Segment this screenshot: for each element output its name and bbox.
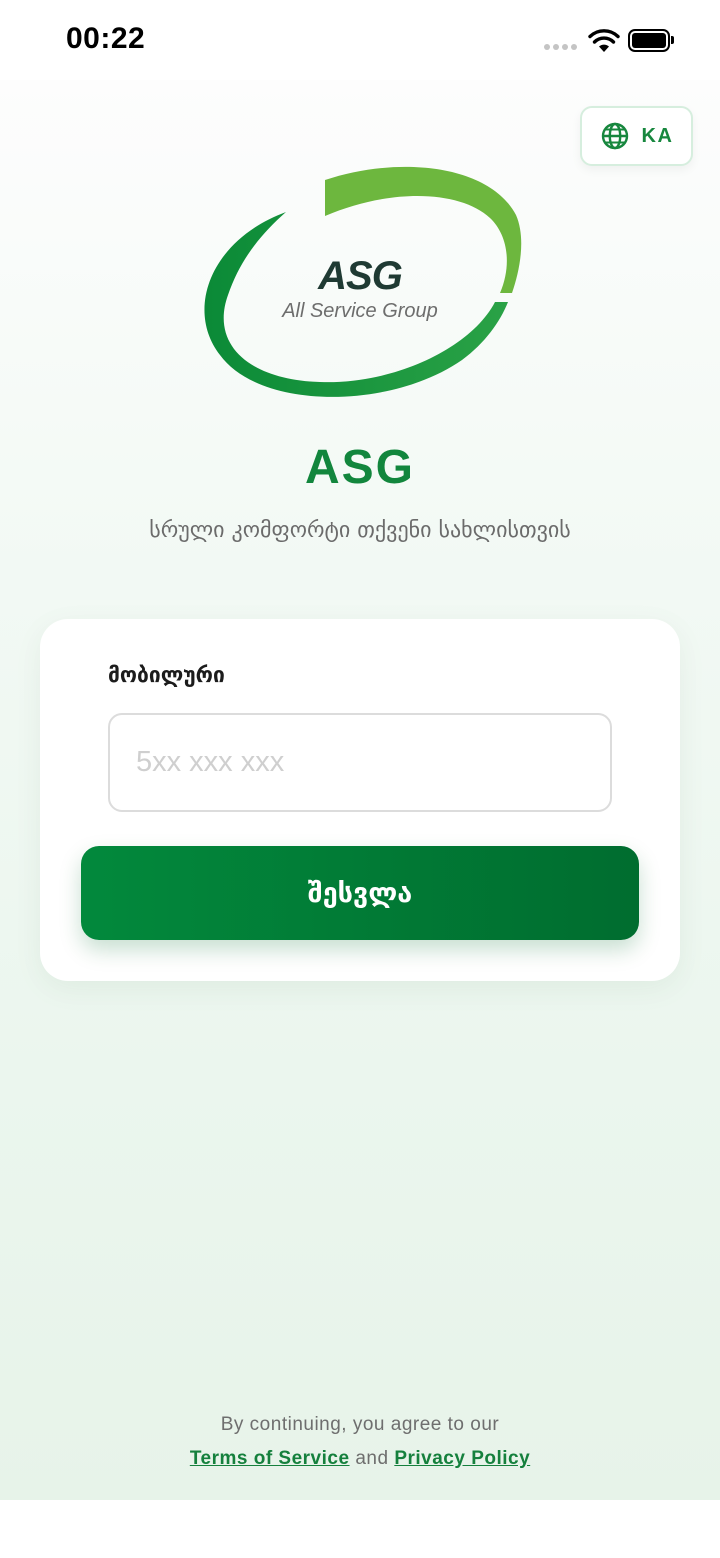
status-time: 00:22	[66, 22, 146, 55]
privacy-policy-link[interactable]: Privacy Policy	[394, 1448, 530, 1469]
language-button[interactable]: KA	[580, 106, 693, 166]
phone-input[interactable]	[108, 713, 612, 812]
login-screen: 00:22 KA ASG All Service Group ASG სრული…	[0, 0, 720, 1558]
and-text: and	[355, 1448, 389, 1469]
phone-label: მობილური	[108, 663, 225, 687]
logo-main-text: ASG	[318, 254, 403, 298]
language-label: KA	[641, 124, 674, 147]
signal-dots-icon	[544, 44, 577, 50]
login-button[interactable]: შესვლა	[81, 846, 639, 940]
asg-logo: ASG All Service Group	[190, 160, 530, 410]
terms-links-row: Terms of Service and Privacy Policy	[0, 1448, 720, 1470]
terms-of-service-link[interactable]: Terms of Service	[190, 1448, 350, 1469]
app-title: ASG	[304, 441, 415, 494]
battery-icon	[628, 29, 674, 52]
terms-notice: By continuing, you agree to our	[220, 1414, 500, 1435]
app-tagline: სრული კომფორტი თქვენი სახლისთვის	[149, 518, 571, 543]
login-card: მობილური შესვლა	[40, 619, 680, 981]
wifi-icon	[588, 29, 620, 52]
globe-icon	[601, 122, 628, 150]
logo-sub-text: All Service Group	[282, 300, 438, 322]
